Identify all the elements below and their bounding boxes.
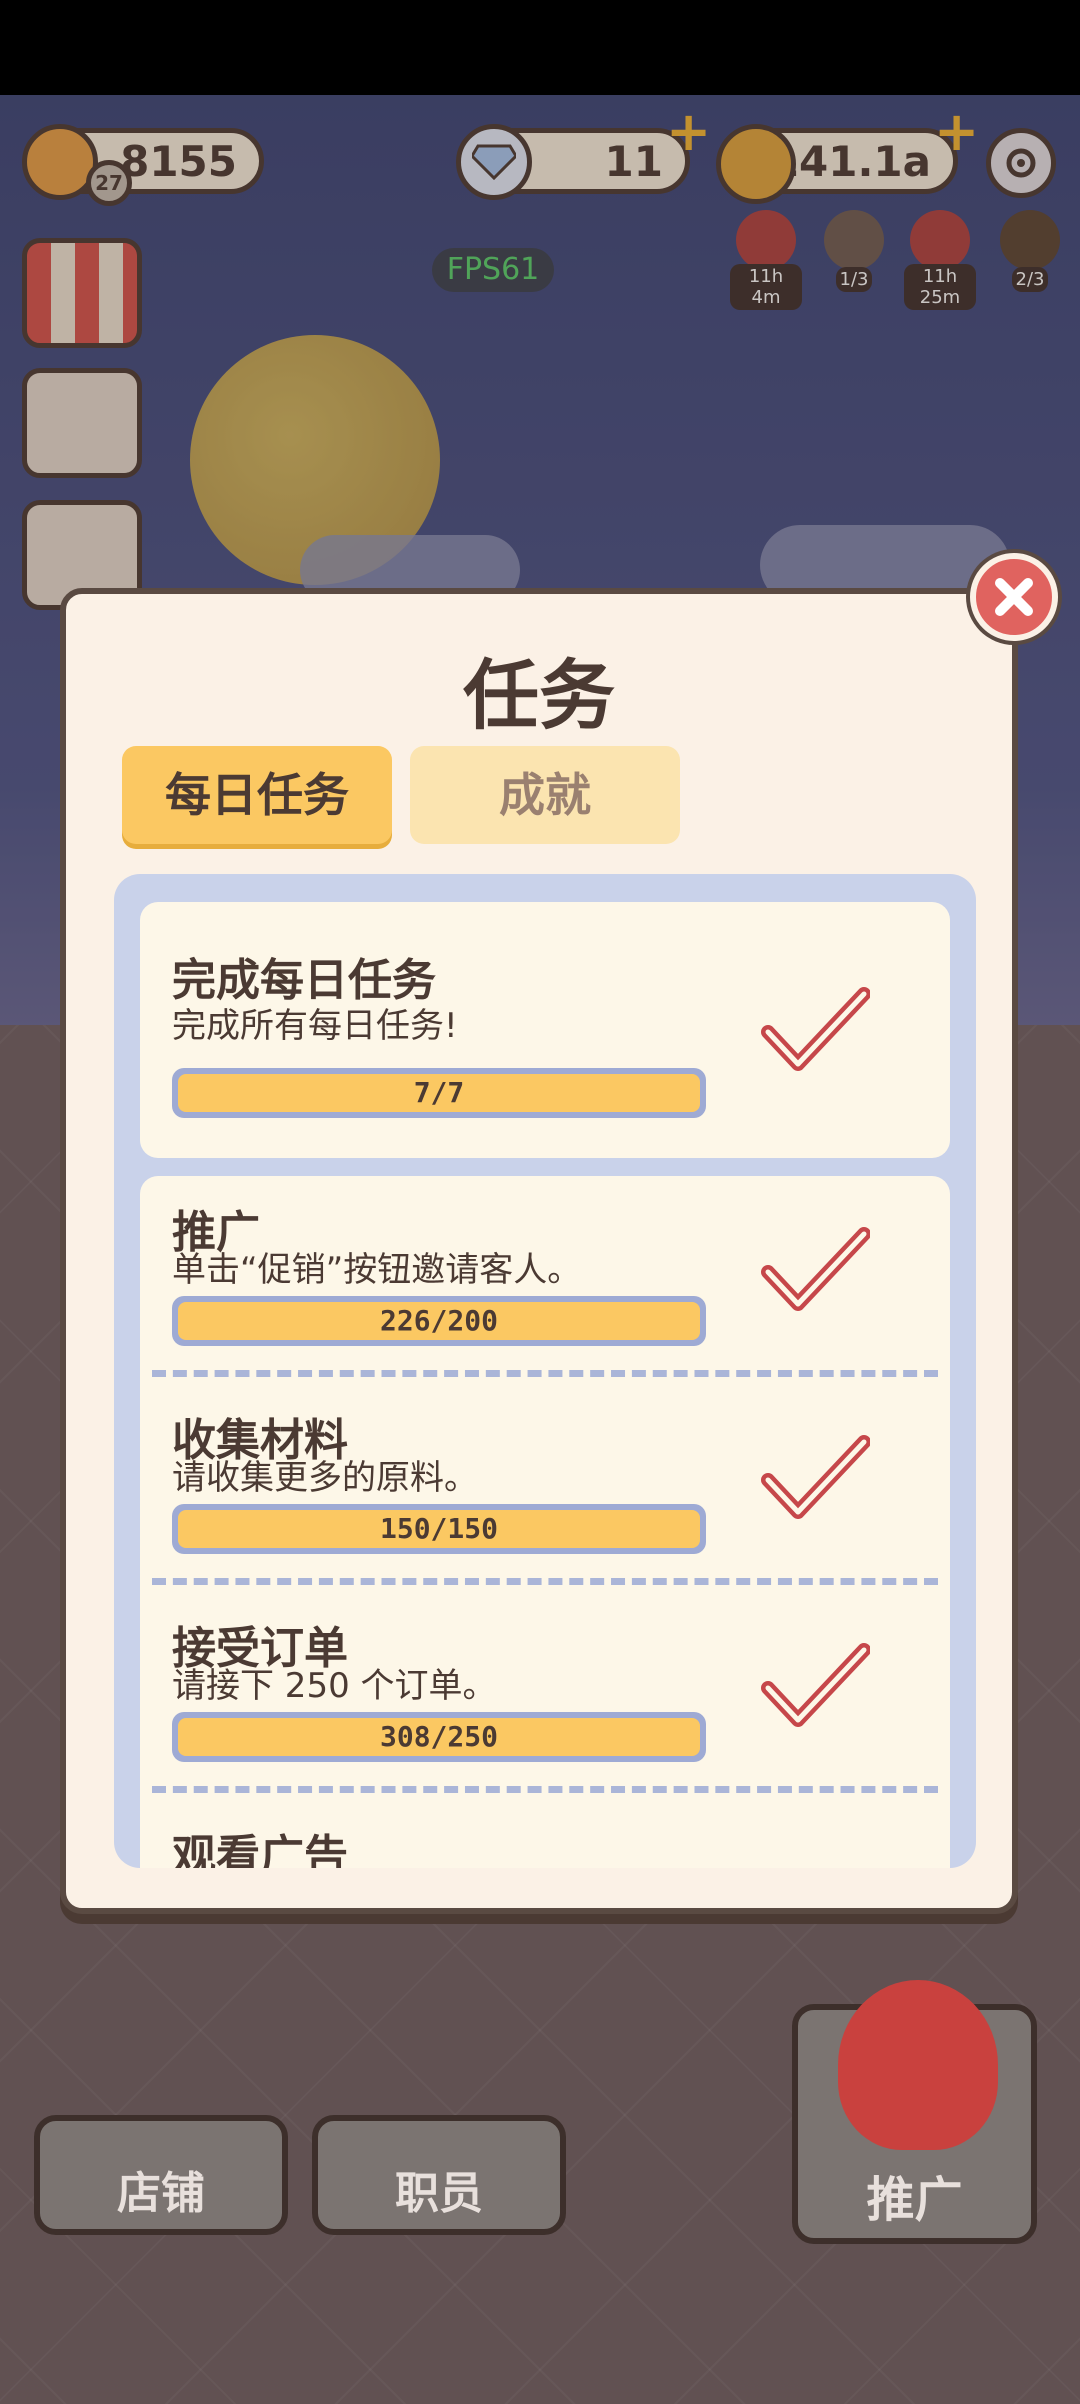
divider — [152, 1578, 938, 1585]
progress-bar: 308/250 — [172, 1712, 706, 1762]
promote-button[interactable]: 推广 — [792, 1980, 1037, 2244]
task-card: 推广 单击“促销”按钮邀请客人。 226/200 收集材料 请收集更多的原料。 … — [140, 1176, 950, 1868]
checkmark-icon — [761, 987, 870, 1071]
shop-button[interactable]: 店铺 — [34, 2115, 288, 2235]
task-description: 请接下 250 个订单。 — [172, 1666, 497, 1706]
shop-button-label: 店铺 — [117, 2168, 205, 2219]
daily-summary-card: 完成每日任务 完成所有每日任务! 7/7 — [140, 902, 950, 1158]
staff-button[interactable]: 职员 — [312, 2115, 566, 2235]
progress-text: 150/150 — [178, 1510, 700, 1548]
checkmark-icon — [761, 1643, 870, 1727]
close-button[interactable] — [970, 553, 1058, 641]
close-icon — [995, 578, 1033, 616]
dialog-title: 任务 — [463, 651, 615, 740]
task-name: 观看广告 — [172, 1831, 348, 1868]
tab-achievements[interactable]: 成就 — [410, 746, 680, 844]
task-description: 完成所有每日任务! — [172, 1006, 458, 1046]
fire-promote-icon — [838, 1980, 998, 2150]
task-description: 请收集更多的原料。 — [172, 1458, 478, 1498]
staff-button-label: 职员 — [395, 2168, 483, 2219]
progress-text: 7/7 — [178, 1074, 700, 1112]
progress-text: 226/200 — [178, 1302, 700, 1340]
progress-bar: 7/7 — [172, 1068, 706, 1118]
tasks-dialog: 任务 每日任务 成就 完成每日任务 完成所有每日任务! 7/7 推广 单击“促销… — [60, 588, 1018, 1914]
progress-bar: 150/150 — [172, 1504, 706, 1554]
divider — [152, 1370, 938, 1377]
promote-button-label: 推广 — [866, 2172, 963, 2228]
progress-bar: 226/200 — [172, 1296, 706, 1346]
checkmark-icon — [761, 1435, 870, 1519]
divider — [152, 1786, 938, 1793]
task-list[interactable]: 完成每日任务 完成所有每日任务! 7/7 推广 单击“促销”按钮邀请客人。 22… — [114, 874, 976, 1868]
checkmark-icon — [761, 1227, 870, 1311]
progress-text: 308/250 — [178, 1718, 700, 1756]
task-description: 单击“促销”按钮邀请客人。 — [172, 1250, 582, 1290]
tab-daily-tasks[interactable]: 每日任务 — [122, 746, 392, 844]
status-bar — [0, 0, 1080, 95]
